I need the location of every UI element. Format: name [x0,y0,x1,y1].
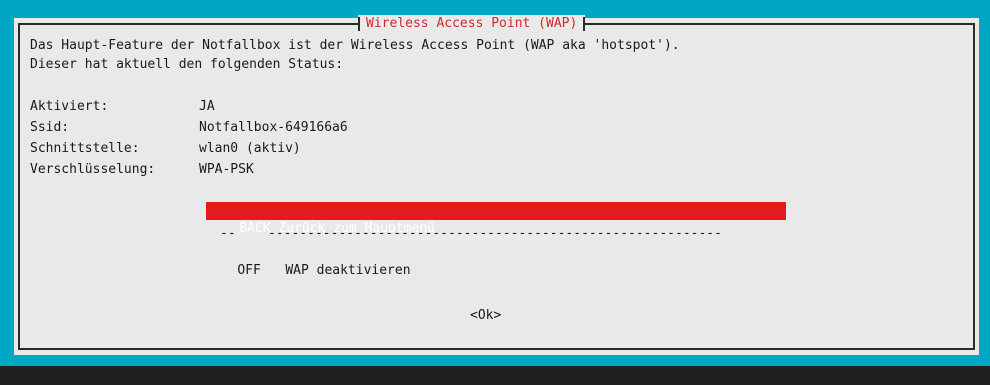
menu-separator-tag: -- [220,226,236,241]
activated-label: Aktiviert: [30,99,109,114]
ssid-label: Ssid: [30,120,70,135]
encryption-label: Verschlüsselung: [30,162,156,177]
interface-value: wlan0 (aktiv) [199,141,301,156]
encryption-value: WPA-PSK [199,162,254,177]
menu-item-back[interactable]: BACK Zurück zum Hauptmenü [206,202,786,236]
intro-line-1: Das Haupt-Feature der Notfallbox ist der… [30,38,680,53]
terminal-bottom-bar [0,366,990,385]
menu-item-off-label: WAP deaktivieren [285,263,411,278]
menu-item-wap-off[interactable]: OFF WAP deaktivieren [206,247,411,295]
activated-value: JA [199,99,215,114]
intro-line-2: Dieser hat aktuell den folgenden Status: [30,57,344,72]
wap-dialog: Wireless Access Point (WAP) Das Haupt-Fe… [14,15,979,355]
menu-item-off-tag: OFF [237,263,261,278]
dialog-title: Wireless Access Point (WAP) [358,15,586,33]
menu-item-back-tag: BACK [239,221,271,236]
ok-button[interactable]: <Ok> [470,308,501,324]
menu-separator-line: ----------------------------------------… [268,226,722,241]
ssid-value: Notfallbox-649166a6 [199,120,348,135]
interface-label: Schnittstelle: [30,141,140,156]
